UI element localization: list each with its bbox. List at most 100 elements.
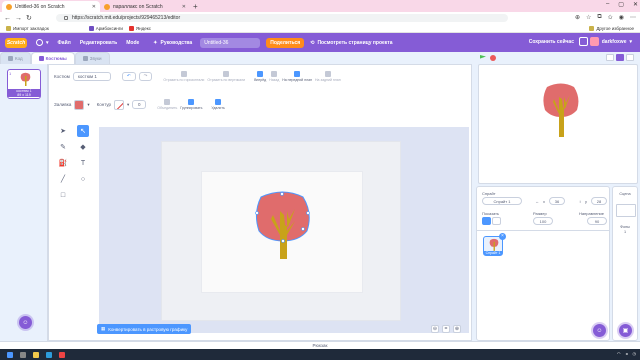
favorites-icon[interactable]: ✩ bbox=[608, 14, 613, 21]
normal-stage-icon[interactable] bbox=[616, 54, 624, 61]
eraser-tool-icon[interactable]: ◆ bbox=[77, 141, 89, 153]
select-tool-icon[interactable]: ➤ bbox=[57, 125, 69, 137]
fill-tool-icon[interactable]: ⛽ bbox=[57, 157, 69, 169]
y-input[interactable]: 28 bbox=[591, 197, 607, 205]
sprite-tile[interactable]: × Спрайт 1 bbox=[483, 233, 506, 256]
fullscreen-icon[interactable] bbox=[626, 54, 634, 61]
more-icon[interactable]: ⋯ bbox=[630, 14, 636, 21]
my-stuff-icon[interactable] bbox=[579, 37, 588, 46]
front-button[interactable]: На передний план bbox=[282, 70, 312, 82]
stage-sprite[interactable] bbox=[541, 83, 581, 139]
zoom-icon[interactable]: ⊕ bbox=[575, 14, 580, 21]
clock-icon[interactable]: ◷ bbox=[633, 351, 637, 356]
see-project-page-button[interactable]: ⟲ Посмотреть страницу проекта bbox=[310, 40, 392, 46]
redo-button[interactable]: ↷ bbox=[138, 71, 153, 81]
search-icon[interactable] bbox=[20, 351, 26, 358]
costume-name-input[interactable]: костюм 1 bbox=[72, 71, 111, 81]
chevron-down-icon[interactable]: ▾ bbox=[127, 102, 129, 108]
app-icon[interactable] bbox=[59, 351, 65, 358]
minimize-icon[interactable]: – bbox=[606, 1, 609, 8]
bookmark-item[interactable]: Армбоксинги bbox=[88, 25, 123, 31]
zoom-in-icon[interactable]: ⊕ bbox=[453, 325, 461, 333]
edit-menu[interactable]: Редактировать bbox=[80, 40, 117, 46]
chevron-down-icon[interactable]: ▾ bbox=[87, 102, 89, 108]
group-button[interactable]: Группировать bbox=[180, 99, 202, 110]
outline-color-swatch[interactable] bbox=[114, 99, 125, 110]
size-input[interactable]: 100 bbox=[533, 217, 553, 225]
flip-horizontal-button[interactable]: Отразить по горизонтали bbox=[163, 70, 204, 82]
save-now-button[interactable]: Сохранить сейчас bbox=[529, 39, 574, 45]
new-tab-icon[interactable]: + bbox=[193, 2, 198, 11]
sprite-name-input[interactable]: Спрайт 1 bbox=[482, 197, 522, 205]
maximize-icon[interactable]: ▢ bbox=[618, 1, 624, 8]
add-costume-button[interactable]: ☺ bbox=[19, 316, 32, 329]
green-flag-icon[interactable] bbox=[480, 55, 486, 59]
explorer-icon[interactable] bbox=[33, 351, 39, 358]
file-menu[interactable]: Файл bbox=[58, 40, 71, 46]
line-tool-icon[interactable]: ╱ bbox=[57, 173, 69, 185]
wifi-icon[interactable]: ◠ bbox=[617, 351, 621, 356]
share-button[interactable]: Поделиться bbox=[266, 37, 305, 48]
reload-icon[interactable]: ↻ bbox=[26, 14, 32, 22]
back-button[interactable]: На задний план bbox=[315, 70, 341, 82]
mode-menu[interactable]: Мode bbox=[126, 40, 139, 46]
tab-costumes[interactable]: Костюмы bbox=[30, 52, 75, 64]
convert-to-bitmap-button[interactable]: ▦ Конвертировать в растровую графику bbox=[97, 324, 192, 334]
extensions-icon[interactable]: ⧉ bbox=[597, 14, 601, 21]
backpack-bar[interactable]: Рюкзак bbox=[0, 341, 640, 349]
close-window-icon[interactable]: ✕ bbox=[633, 1, 638, 8]
profile-icon[interactable]: ◉ bbox=[619, 14, 624, 21]
bookmark-item[interactable]: Яндекс bbox=[128, 25, 151, 31]
other-favorites[interactable]: Другое избранное bbox=[589, 25, 634, 31]
bookmark-item[interactable]: Импорт закладок bbox=[6, 25, 49, 31]
tab-code[interactable]: Код bbox=[0, 52, 31, 64]
direction-input[interactable]: 90 bbox=[587, 217, 607, 225]
scratch-logo[interactable]: Scratch bbox=[5, 37, 27, 48]
undo-button[interactable]: ↶ bbox=[121, 71, 136, 81]
stop-icon[interactable] bbox=[490, 55, 496, 61]
zoom-out-icon[interactable]: ⊖ bbox=[431, 325, 439, 333]
tree-drawing[interactable] bbox=[251, 191, 315, 263]
forward-button[interactable]: Вперёд bbox=[254, 70, 266, 82]
rectangle-tool-icon[interactable]: □ bbox=[57, 189, 69, 201]
small-stage-icon[interactable] bbox=[606, 54, 614, 61]
browser-tab-2[interactable]: параллакс on Scratch ✕ bbox=[100, 1, 190, 12]
star-icon[interactable]: ☆ bbox=[586, 14, 591, 21]
tab-sounds[interactable]: Звуки bbox=[74, 52, 110, 64]
edge-icon[interactable] bbox=[46, 351, 52, 358]
close-tab-icon[interactable]: ✕ bbox=[182, 4, 186, 10]
reshape-tool-icon[interactable]: ↖ bbox=[77, 125, 89, 137]
tutorials-button[interactable]: ✦ Руководства bbox=[153, 40, 192, 46]
windows-icon[interactable] bbox=[7, 351, 13, 358]
x-input[interactable]: 36 bbox=[549, 197, 565, 205]
stage-thumbnail[interactable] bbox=[616, 204, 636, 217]
costume-tile[interactable]: 1 костюм 1 89 x 119 bbox=[7, 69, 41, 99]
group-icon bbox=[188, 99, 195, 105]
outline-width-input[interactable]: 0 bbox=[132, 100, 147, 109]
delete-button[interactable]: Удалить bbox=[211, 99, 225, 110]
add-backdrop-button[interactable]: ▣ bbox=[619, 324, 632, 337]
account-menu[interactable]: darkfoxwe ▾ bbox=[589, 37, 632, 46]
back-icon bbox=[324, 70, 331, 77]
text-tool-icon[interactable]: T bbox=[77, 157, 89, 169]
hide-eye-icon[interactable] bbox=[492, 217, 501, 225]
delete-sprite-icon[interactable]: × bbox=[499, 233, 506, 240]
close-tab-icon[interactable]: ✕ bbox=[92, 4, 96, 10]
add-sprite-button[interactable]: ☺ bbox=[593, 324, 606, 337]
zoom-reset-button[interactable]: = bbox=[442, 325, 450, 333]
forward-icon[interactable]: → bbox=[15, 15, 22, 22]
ungroup-button[interactable]: Объединить bbox=[157, 99, 177, 110]
project-title-input[interactable]: Untitled-36 bbox=[200, 37, 261, 48]
back-icon[interactable]: ← bbox=[4, 15, 11, 22]
circle-tool-icon[interactable]: ○ bbox=[77, 173, 89, 185]
fill-color-swatch[interactable] bbox=[74, 99, 85, 110]
stage[interactable] bbox=[478, 64, 638, 184]
flip-vertical-button[interactable]: Отразить по вертикали bbox=[207, 70, 245, 82]
volume-icon[interactable]: ◂ bbox=[625, 351, 627, 356]
show-eye-icon[interactable] bbox=[482, 217, 491, 225]
brush-tool-icon[interactable]: ✎ bbox=[57, 141, 69, 153]
browser-tab-active[interactable]: Untitled-36 on Scratch ✕ bbox=[2, 1, 100, 12]
language-menu[interactable]: ▾ bbox=[36, 39, 49, 46]
backward-button[interactable]: Назад bbox=[269, 70, 279, 82]
url-field[interactable]: https://scratch.mit.edu/projects/9294652… bbox=[56, 14, 508, 22]
